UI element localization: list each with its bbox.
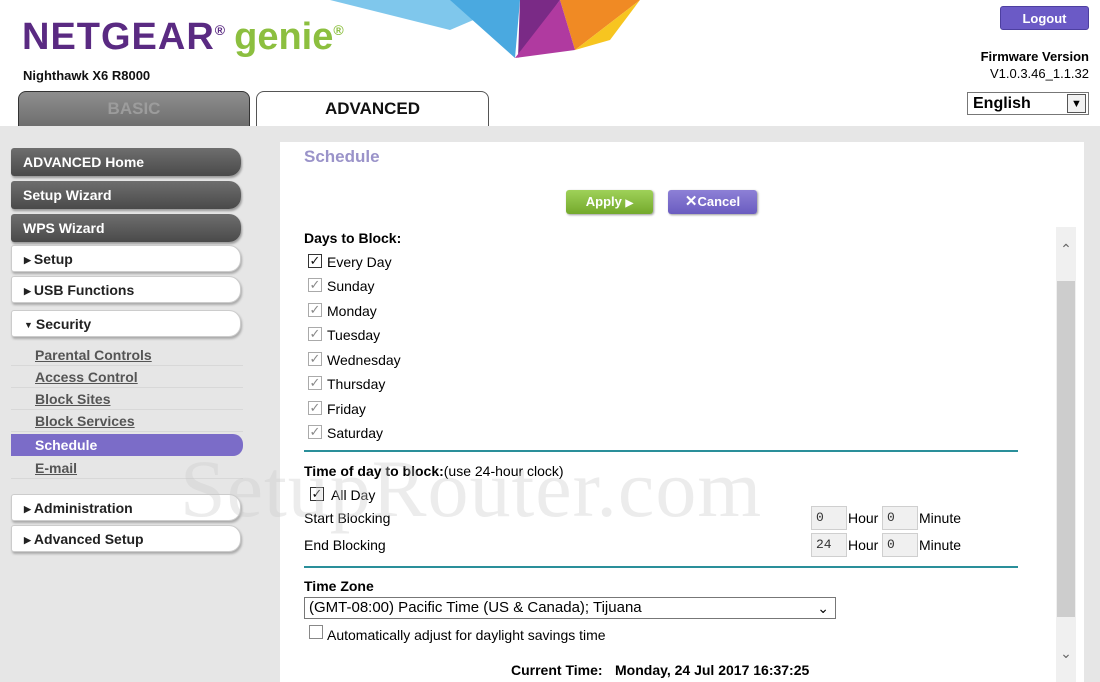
- label-tuesday: Tuesday: [327, 327, 381, 343]
- label-friday: Friday: [327, 401, 366, 417]
- sidebar-item-parental-controls[interactable]: Parental Controls: [11, 344, 243, 366]
- firmware-label: Firmware Version: [980, 49, 1089, 64]
- sidebar-item-schedule[interactable]: Schedule: [11, 434, 243, 456]
- start-blocking-label: Start Blocking: [304, 510, 391, 526]
- time-of-day-heading: Time of day to block:(use 24-hour clock): [304, 463, 564, 479]
- tab-basic[interactable]: BASIC: [18, 91, 250, 127]
- label-daylight-savings: Automatically adjust for daylight saving…: [327, 627, 606, 643]
- start-hour-input[interactable]: 0: [811, 506, 847, 530]
- checkbox-thursday[interactable]: ✓: [308, 376, 322, 390]
- label-monday: Monday: [327, 303, 377, 319]
- end-blocking-label: End Blocking: [304, 537, 386, 553]
- time-zone-value: (GMT-08:00) Pacific Time (US & Canada); …: [309, 599, 642, 616]
- language-value: English: [973, 95, 1031, 112]
- logout-button[interactable]: Logout: [1000, 6, 1089, 30]
- scroll-up-icon[interactable]: ⌃: [1056, 241, 1076, 258]
- scrollbar-thumb[interactable]: [1057, 281, 1075, 617]
- start-minute-unit: Minute: [919, 510, 962, 526]
- end-minute-input[interactable]: 0: [882, 533, 918, 557]
- play-icon: ▶: [625, 198, 634, 209]
- apply-button[interactable]: Apply ▶: [566, 190, 653, 214]
- caret-down-icon: ▼: [24, 320, 33, 330]
- label-wednesday: Wednesday: [327, 352, 401, 368]
- sidebar-item-block-sites[interactable]: Block Sites: [11, 388, 243, 410]
- start-minute-input[interactable]: 0: [882, 506, 918, 530]
- nav-advanced-home[interactable]: ADVANCED Home: [11, 148, 241, 176]
- firmware-version: V1.0.3.46_1.1.32: [989, 66, 1089, 81]
- label-saturday: Saturday: [327, 425, 384, 441]
- current-time-value: Monday, 24 Jul 2017 16:37:25: [615, 662, 810, 678]
- section-divider: [304, 566, 1018, 568]
- language-select[interactable]: English ▼: [967, 92, 1089, 115]
- chevron-down-icon: ⌄: [817, 600, 829, 616]
- current-time-label: Current Time:: [511, 662, 603, 678]
- nav-usb-functions[interactable]: ▶ USB Functions: [11, 276, 241, 303]
- start-hour-unit: Hour: [848, 510, 879, 526]
- nav-wps-wizard[interactable]: WPS Wizard: [11, 214, 241, 242]
- sidebar-item-block-services[interactable]: Block Services: [11, 410, 243, 432]
- netgear-logo: NETGEAR® genie®: [22, 16, 345, 58]
- close-icon: ✕: [684, 193, 698, 210]
- checkbox-monday[interactable]: ✓: [308, 303, 322, 317]
- end-hour-unit: Hour: [848, 537, 879, 553]
- checkbox-wednesday[interactable]: ✓: [308, 352, 322, 366]
- chevron-down-icon[interactable]: ▼: [1067, 94, 1086, 113]
- label-every-day: Every Day: [327, 254, 392, 270]
- checkbox-sunday[interactable]: ✓: [308, 278, 322, 292]
- nav-security[interactable]: ▼ Security: [11, 310, 241, 337]
- nav-administration[interactable]: ▶ Administration: [11, 494, 241, 521]
- section-divider: [304, 450, 1018, 452]
- scroll-down-icon[interactable]: ⌄: [1056, 645, 1076, 662]
- model-name: Nighthawk X6 R8000: [23, 68, 151, 83]
- sidebar-item-email[interactable]: E-mail: [11, 457, 243, 479]
- label-sunday: Sunday: [327, 278, 375, 294]
- cancel-button[interactable]: ✕Cancel: [668, 190, 757, 214]
- time-zone-select[interactable]: (GMT-08:00) Pacific Time (US & Canada); …: [304, 597, 836, 619]
- checkbox-all-day[interactable]: ✓: [310, 487, 324, 501]
- checkbox-tuesday[interactable]: ✓: [308, 327, 322, 341]
- checkbox-saturday[interactable]: ✓: [308, 425, 322, 439]
- time-zone-heading: Time Zone: [304, 578, 374, 594]
- end-hour-input[interactable]: 24: [811, 533, 847, 557]
- checkbox-every-day[interactable]: ✓: [308, 254, 322, 268]
- label-all-day: All Day: [331, 487, 376, 503]
- caret-right-icon: ▶: [24, 535, 31, 545]
- caret-right-icon: ▶: [24, 286, 31, 296]
- caret-right-icon: ▶: [24, 504, 31, 514]
- scrollbar[interactable]: ⌃ ⌄: [1056, 227, 1076, 682]
- caret-right-icon: ▶: [24, 255, 31, 265]
- nav-setup-wizard[interactable]: Setup Wizard: [11, 181, 241, 209]
- checkbox-daylight-savings[interactable]: [309, 625, 323, 639]
- nav-advanced-setup[interactable]: ▶ Advanced Setup: [11, 525, 241, 552]
- label-thursday: Thursday: [327, 376, 386, 392]
- nav-setup[interactable]: ▶ Setup: [11, 245, 241, 272]
- page-title: Schedule: [304, 147, 380, 166]
- checkbox-friday[interactable]: ✓: [308, 401, 322, 415]
- tab-advanced[interactable]: ADVANCED: [256, 91, 489, 127]
- days-to-block-heading: Days to Block:: [304, 230, 402, 246]
- header-graphic: [330, 0, 640, 58]
- sidebar-item-access-control[interactable]: Access Control: [11, 366, 243, 388]
- end-minute-unit: Minute: [919, 537, 962, 553]
